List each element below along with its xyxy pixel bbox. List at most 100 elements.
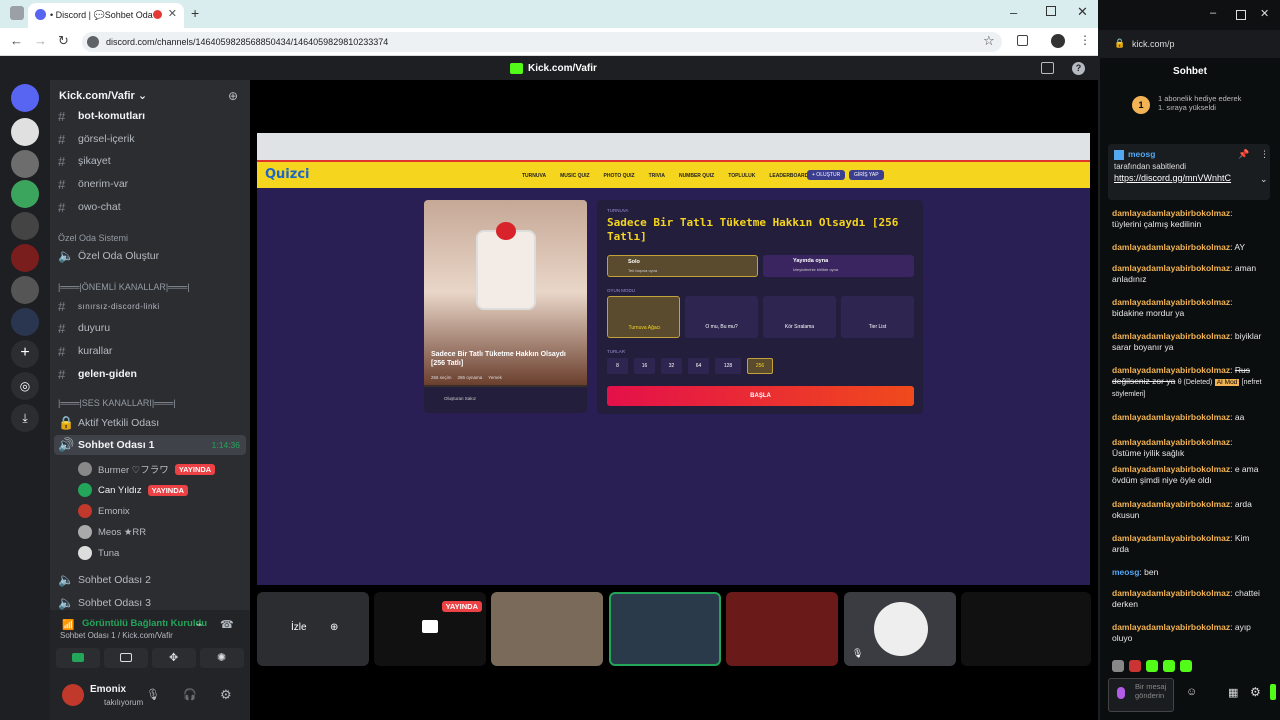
minimize-icon[interactable]: –: [1210, 7, 1216, 19]
bookmark-star-icon[interactable]: ☆: [983, 33, 995, 49]
close-window-icon[interactable]: ✕: [1077, 4, 1088, 20]
quiz-logo[interactable]: Quizci: [265, 167, 310, 182]
nav-item[interactable]: MUSIC QUIZ: [560, 173, 589, 179]
inbox-icon[interactable]: [1041, 62, 1054, 74]
user-avatar[interactable]: [62, 684, 84, 706]
channel-gorsel-icerik[interactable]: # görsel-içerik: [58, 129, 135, 149]
new-tab-icon[interactable]: +: [191, 5, 199, 21]
microphone-icon[interactable]: 🎙: [146, 688, 160, 701]
nav-item[interactable]: TURNUVA: [522, 173, 546, 179]
reload-icon[interactable]: ↻: [58, 33, 69, 49]
direct-messages-icon[interactable]: [11, 84, 39, 112]
stream-tile[interactable]: YAYINDA: [374, 592, 486, 666]
forward-icon[interactable]: →: [34, 33, 47, 48]
add-server-icon[interactable]: +: [11, 340, 39, 368]
more-icon[interactable]: ⋮: [1260, 149, 1269, 160]
kick-address-bar[interactable]: 🔒 kick.com/p: [1098, 30, 1280, 58]
maximize-icon[interactable]: [1046, 6, 1056, 16]
voice-user[interactable]: Burmer ♡フラワ YAYINDA: [78, 460, 216, 478]
pinned-user[interactable]: meosg: [1128, 149, 1155, 159]
round-option[interactable]: 64: [688, 358, 709, 374]
create-button[interactable]: + OLUŞTUR: [807, 170, 846, 180]
disconnect-icon[interactable]: ☎: [220, 618, 234, 631]
round-option-selected[interactable]: 256: [747, 358, 773, 374]
address-input[interactable]: discord.com/channels/1464059828568850434…: [82, 32, 1002, 52]
pinned-message[interactable]: meosg 📌 ⋮ tarafından sabitlendi https://…: [1108, 144, 1270, 200]
soundboard-button[interactable]: ✺: [200, 648, 244, 668]
emote-icon[interactable]: [1112, 660, 1124, 672]
discover-icon[interactable]: ◎: [11, 372, 39, 400]
channel-bot-komutlari[interactable]: # bot-komutları: [58, 106, 145, 126]
microphone-icon[interactable]: [1117, 687, 1125, 699]
settings-gear-icon[interactable]: ⚙: [1250, 685, 1261, 699]
mode-this-or-that[interactable]: O mu, Bu mu?: [685, 296, 758, 338]
server-icon[interactable]: [11, 244, 39, 272]
screen-share-button[interactable]: [104, 648, 148, 668]
download-icon[interactable]: ⤓: [11, 404, 39, 432]
shared-screen[interactable]: Quizci TURNUVA MUSIC QUIZ PHOTO QUIZ TRI…: [257, 133, 1090, 585]
avatar-tile[interactable]: 🎙: [844, 592, 956, 666]
mode-tier-list[interactable]: Tier List: [841, 296, 914, 338]
expand-icon[interactable]: ⌄: [1260, 174, 1268, 185]
mode-blind-ranking[interactable]: Kör Sıralama: [763, 296, 836, 338]
server-icon[interactable]: [11, 150, 39, 178]
round-option[interactable]: 32: [661, 358, 682, 374]
server-icon[interactable]: [11, 180, 39, 208]
login-button[interactable]: GİRİŞ YAP: [849, 170, 884, 180]
server-name[interactable]: Kick.com/Vafir ⌄: [59, 89, 147, 102]
extensions-icon[interactable]: [1017, 35, 1028, 46]
browser-tab[interactable]: • Discord | 💬Sohbet Oda ✕: [28, 3, 184, 28]
profile-avatar[interactable]: [1051, 34, 1065, 48]
menu-kebab-icon[interactable]: ⋮: [1079, 33, 1091, 47]
emote-icon[interactable]: [1129, 660, 1141, 672]
nav-item[interactable]: LEADERBOARD: [769, 173, 808, 179]
voice-user[interactable]: Meos ★RR: [78, 523, 146, 541]
voice-user[interactable]: Tuna: [78, 544, 119, 562]
noise-suppression-icon[interactable]: ⌁: [196, 618, 203, 631]
settings-gear-icon[interactable]: ⚙: [220, 687, 232, 703]
nav-item[interactable]: TOPLULUK: [728, 173, 755, 179]
round-option[interactable]: 16: [634, 358, 655, 374]
nav-item[interactable]: TRIVIA: [649, 173, 665, 179]
invite-people-icon[interactable]: ⊕: [228, 89, 238, 103]
close-window-icon[interactable]: ✕: [1260, 7, 1269, 20]
channel-owo-chat[interactable]: # owo-chat: [58, 197, 121, 217]
gift-icon[interactable]: ▦: [1228, 686, 1238, 699]
nav-item[interactable]: NUMBER QUIZ: [679, 173, 714, 179]
voice-channel-sohbet-2[interactable]: 🔈 Sohbet Odası 2: [58, 570, 151, 590]
round-option[interactable]: 8: [607, 358, 628, 374]
emote-icon[interactable]: [1180, 660, 1192, 672]
channel-sikayet[interactable]: # şikayet: [58, 151, 111, 171]
video-tile[interactable]: [726, 592, 838, 666]
voice-channel-sohbet-1[interactable]: 🔊 Sohbet Odası 1 1:14:36: [54, 435, 246, 455]
connection-sub[interactable]: Sohbet Odası 1 / Kick.com/Vafir: [60, 631, 173, 640]
mode-tournament[interactable]: Turnuva Ağacı: [607, 296, 680, 338]
camera-button[interactable]: [56, 648, 100, 668]
send-button[interactable]: [1270, 684, 1276, 700]
category-private[interactable]: Özel Oda Sistemi: [58, 233, 128, 243]
voice-user[interactable]: Emonix: [78, 502, 130, 520]
tab-search-icon[interactable]: [10, 6, 24, 20]
help-icon[interactable]: ?: [1072, 62, 1085, 75]
solo-option[interactable]: Solo Tek başına oyna: [607, 255, 758, 277]
activities-button[interactable]: ✥: [152, 648, 196, 668]
server-icon[interactable]: [11, 308, 39, 336]
round-option[interactable]: 128: [715, 358, 741, 374]
server-icon[interactable]: [11, 276, 39, 304]
popout-icon[interactable]: ⊕: [330, 622, 338, 633]
pinned-link[interactable]: https://discord.gg/mnVWnhtC: [1114, 173, 1254, 184]
headphones-icon[interactable]: 🎧: [183, 688, 197, 701]
server-icon[interactable]: [11, 212, 39, 240]
video-tile[interactable]: [491, 592, 603, 666]
emote-icon[interactable]: [1163, 660, 1175, 672]
channel-onerim-var[interactable]: # önerim-var: [58, 174, 128, 194]
create-room-channel[interactable]: 🔈 Özel Oda Oluştur: [58, 246, 159, 266]
back-icon[interactable]: ←: [10, 33, 23, 48]
nav-item[interactable]: PHOTO QUIZ: [604, 173, 635, 179]
video-tile[interactable]: [609, 592, 721, 666]
channel-sinirsiz-discord-linki[interactable]: # sınırsız-discord-linki: [58, 296, 160, 316]
minimize-icon[interactable]: –: [1010, 5, 1017, 20]
chat-input[interactable]: Bir mesaj gönderin: [1108, 678, 1174, 712]
quiz-card[interactable]: Sadece Bir Tatlı Tüketme Hakkın Olsaydı …: [424, 200, 587, 413]
channel-kurallar[interactable]: # kurallar: [58, 341, 112, 361]
